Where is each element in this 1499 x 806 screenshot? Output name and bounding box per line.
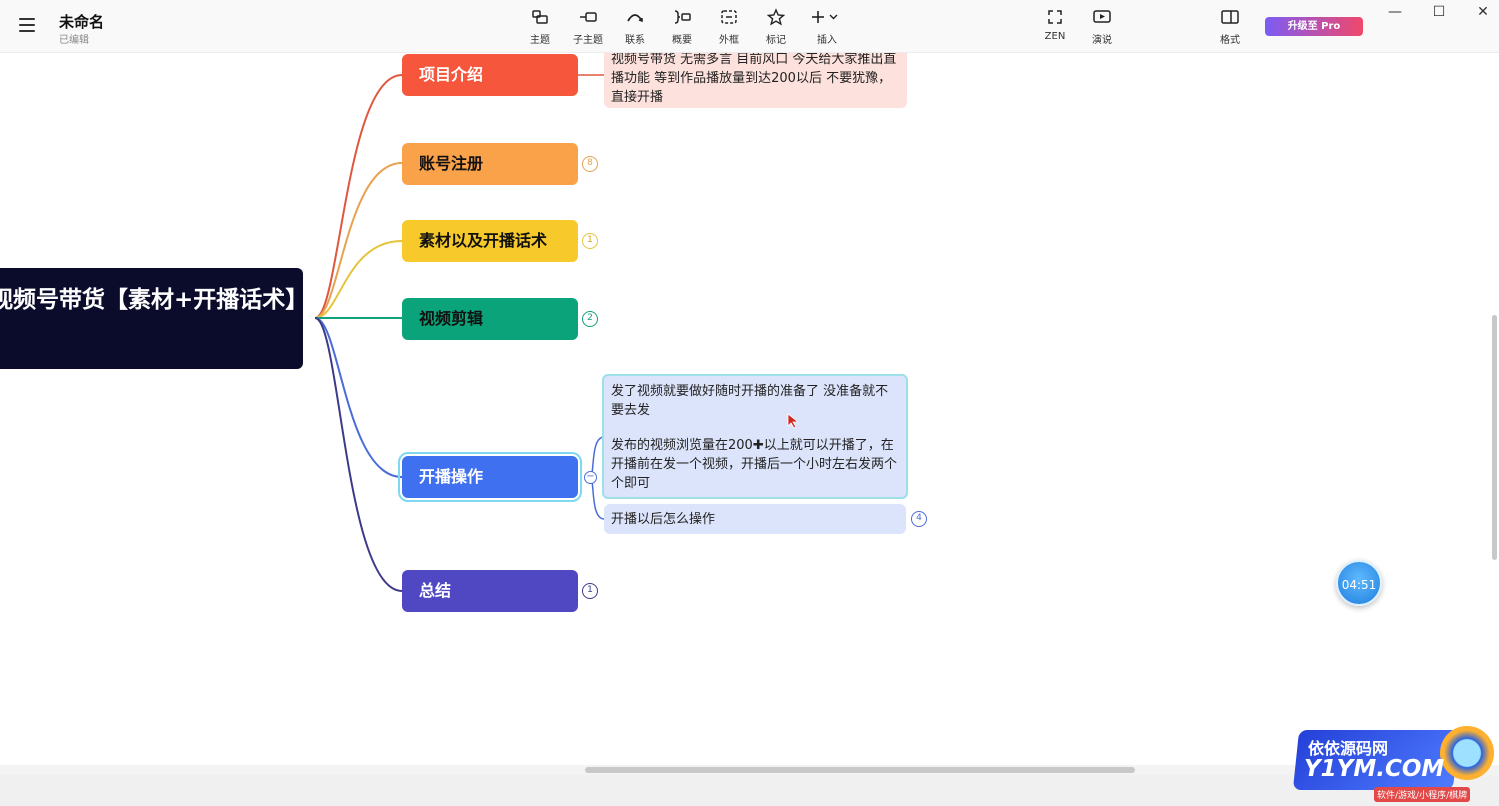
boundary-button[interactable]: 外框 [707,8,751,46]
collapsed-count-badge[interactable]: 8 [582,156,598,172]
format-panel-icon [1208,8,1252,28]
document-title[interactable]: 未命名 [59,11,104,32]
subtopic-button[interactable]: 子主题 [566,8,610,46]
live-note-prepare[interactable]: 发了视频就要做好随时开播的准备了 没准备就不要去发 [611,382,899,420]
mindmap-canvas[interactable]: 视频号带货【素材+开播话术】 项目介绍 视频号带货 无需多言 目前风口 今天给大… [0,53,1499,765]
topic-button[interactable]: 主题 [518,8,562,46]
relationship-icon [613,8,657,28]
collapsed-count-badge[interactable]: 1 [582,583,598,599]
relationship-button[interactable]: 联系 [613,8,657,46]
boundary-label: 外框 [719,35,739,46]
summary-label: 概要 [672,35,692,46]
marker-label: 标记 [766,35,786,46]
intro-note[interactable]: 视频号带货 无需多言 目前风口 今天给大家推出直播功能 等到作品播放量到达200… [604,53,907,108]
hamburger-menu-icon[interactable] [16,14,38,36]
live-note-views[interactable]: 发布的视频浏览量在200✚以上就可以开播了，在开播前在发一个视频，开播后一个小时… [611,436,899,493]
collapsed-count-badge[interactable]: 1 [582,233,598,249]
vertical-scrollbar[interactable] [1492,315,1497,560]
format-label: 格式 [1220,35,1240,46]
collapsed-count-badge[interactable]: 2 [582,311,598,327]
present-button[interactable]: 演说 [1080,8,1124,46]
upgrade-pro-button[interactable]: 升级至 Pro [1265,17,1363,36]
format-button[interactable]: 格式 [1208,8,1252,46]
zen-label: ZEN [1044,31,1066,42]
collapse-toggle-icon[interactable]: − [584,471,597,484]
branch-account-register[interactable]: 账号注册 [402,143,578,185]
branch-summary[interactable]: 总结 [402,570,578,612]
subtopic-icon [566,8,610,28]
toolbar: 未命名 已编辑 主题 子主题 联系 概要 外框 标记 插入 ZEN 演说 格式 … [0,0,1499,53]
magnifier-icon [1440,726,1494,780]
central-topic[interactable]: 视频号带货【素材+开播话术】 [0,268,308,369]
boundary-icon [707,8,751,28]
app-window: 未命名 已编辑 主题 子主题 联系 概要 外框 标记 插入 ZEN 演说 格式 … [0,0,1499,806]
maximize-icon[interactable]: ☐ [1424,2,1454,22]
document-status: 已编辑 [59,35,89,46]
topic-icon [518,8,562,28]
branch-project-intro[interactable]: 项目介绍 [402,54,578,96]
star-icon [754,8,798,28]
present-label: 演说 [1092,35,1112,46]
branch-materials-scripts[interactable]: 素材以及开播话术 [402,220,578,262]
plus-icon [805,8,849,28]
minimize-icon[interactable]: — [1380,2,1410,22]
zen-button[interactable]: ZEN [1033,8,1077,42]
watermark-tagline: 软件/游戏/小程序/棋牌 [1374,787,1471,802]
summary-button[interactable]: 概要 [660,8,704,46]
horizontal-scrollbar[interactable] [585,767,1135,773]
watermark-domain: Y1YM.COM [1304,756,1445,782]
live-note-after-start[interactable]: 开播以后怎么操作 [604,504,906,534]
branch-live-operation[interactable]: 开播操作 [398,452,582,502]
summary-icon [660,8,704,28]
close-icon[interactable]: ✕ [1468,2,1498,22]
marker-button[interactable]: 标记 [754,8,798,46]
play-icon [1080,8,1124,28]
fullscreen-icon [1033,8,1077,28]
live-notes-group[interactable]: 发了视频就要做好随时开播的准备了 没准备就不要去发 发布的视频浏览量在200✚以… [602,374,908,499]
status-bar [0,775,1499,806]
collapsed-count-badge[interactable]: 4 [911,511,927,527]
topic-label: 主题 [530,35,550,46]
subtopic-label: 子主题 [573,35,603,46]
relationship-label: 联系 [625,35,645,46]
timer-bubble[interactable]: 04:51 [1336,560,1382,606]
insert-button[interactable]: 插入 [805,8,849,46]
insert-label: 插入 [817,35,837,46]
watermark-logo: 依依源码网 Y1YM.COM 软件/游戏/小程序/棋牌 [1282,720,1499,806]
mouse-cursor-icon [787,413,800,429]
branch-video-editing[interactable]: 视频剪辑 [402,298,578,340]
